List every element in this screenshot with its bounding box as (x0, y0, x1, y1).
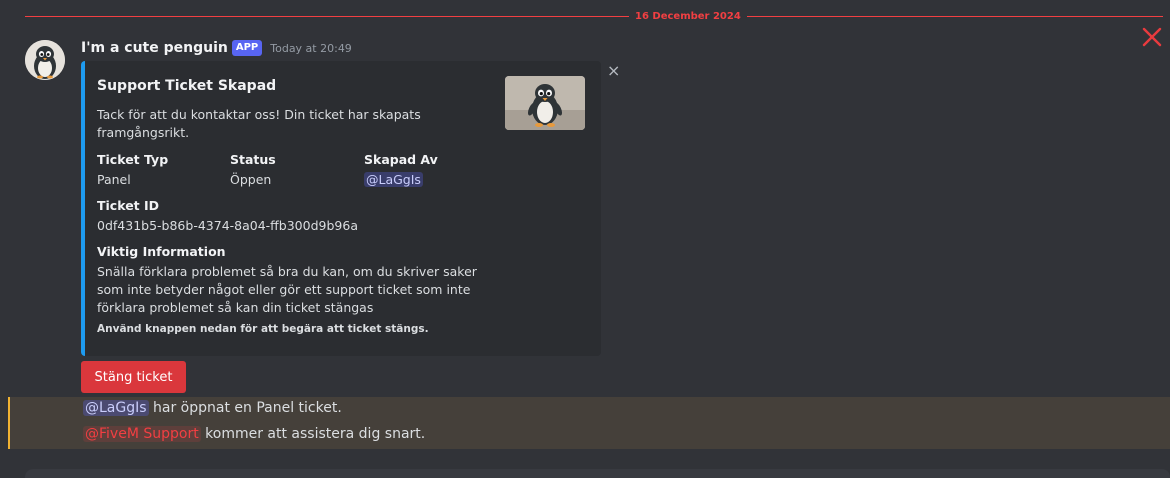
penguin-thumbnail-icon (505, 76, 585, 130)
user-mention[interactable]: @LaGgIs (364, 172, 423, 187)
field-name-status: Status (230, 152, 276, 167)
avatar[interactable] (25, 40, 65, 80)
followup-text-assist: kommer att assistera dig snart. (200, 426, 426, 442)
field-value-status: Öppen (230, 172, 272, 187)
field-value-ticket-typ: Panel (97, 172, 131, 187)
embed-footer-note: Använd knappen nedan för att begära att … (97, 323, 429, 335)
message-input[interactable] (25, 469, 1170, 478)
timestamp: Today at 20:49 (270, 41, 352, 55)
role-mention[interactable]: @FiveM Support (83, 426, 201, 442)
discord-channel: 16 December 2024 I'm a cute penguin APP … (0, 0, 1170, 478)
username[interactable]: I'm a cute penguin (81, 40, 228, 56)
close-ticket-button[interactable]: Stäng ticket (81, 361, 186, 393)
embed-title: Support Ticket Skapad (97, 78, 277, 94)
embed-thumbnail[interactable] (505, 76, 585, 130)
close-icon[interactable] (1141, 26, 1163, 48)
user-mention[interactable]: @LaGgIs (83, 400, 149, 416)
field-name-ticket-id: Ticket ID (97, 198, 160, 213)
followup-line-opened: @LaGgIs har öppnat en Panel ticket. (83, 400, 342, 416)
date-divider (25, 16, 1163, 17)
ticket-embed: × Support Ticket Skapad Tack för att du (81, 61, 620, 356)
field-name-ticket-typ: Ticket Typ (97, 152, 169, 167)
field-value-ticket-id: 0df431b5-b86b-4374-8a04-ffb300d9b96a (97, 218, 358, 233)
date-divider-label: 16 December 2024 (629, 9, 747, 25)
penguin-avatar-icon (25, 40, 65, 80)
message-header: I'm a cute penguin APP Today at 20:49 (81, 38, 352, 58)
embed-description: Tack för att du kontaktar oss! Din ticke… (97, 107, 421, 140)
followup-line-assist: @FiveM Support kommer att assistera dig … (83, 426, 425, 442)
field-name-viktig-information: Viktig Information (97, 244, 226, 259)
followup-text-opened: har öppnat en Panel ticket. (148, 400, 342, 416)
mention-highlight-block: @LaGgIs har öppnat en Panel ticket. @Fiv… (8, 397, 1170, 449)
app-badge: APP (231, 40, 263, 56)
field-name-skapad-av: Skapad Av (364, 152, 438, 167)
field-value-viktig-information: Snälla förklara problemet så bra du kan,… (97, 264, 477, 315)
embed-dismiss-icon[interactable]: × (607, 61, 620, 80)
field-value-skapad-av: @LaGgIs (364, 171, 423, 189)
